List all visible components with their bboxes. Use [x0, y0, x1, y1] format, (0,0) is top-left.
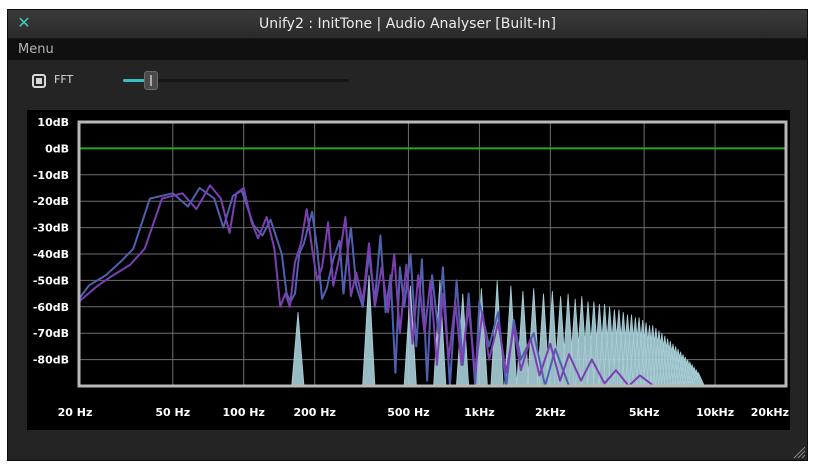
- y-tick-label: -70dB: [33, 327, 69, 340]
- spectrum-analyser: 10dB 0dB -10dB -20dB -30dB -40dB -50dB -60dB -70…: [27, 110, 790, 430]
- fft-label: FFT: [54, 73, 74, 86]
- title-bar[interactable]: ✕ Unify2 : InitTone | Audio Analyser [Bu…: [8, 10, 807, 39]
- x-tick-label: 1kHz: [464, 406, 495, 419]
- toolbar: FFT: [8, 60, 807, 104]
- check-mark-icon: [36, 78, 42, 84]
- y-tick-label: 0dB: [45, 142, 69, 155]
- slider-thumb[interactable]: [144, 71, 159, 90]
- fft-slider[interactable]: [123, 71, 349, 90]
- menu-item-menu[interactable]: Menu: [18, 39, 54, 60]
- y-tick-label: -60dB: [33, 301, 69, 314]
- y-tick-label: -20dB: [33, 195, 69, 208]
- x-tick-label: 20 Hz: [58, 406, 93, 419]
- y-tick-label: -10dB: [33, 169, 69, 182]
- analyser-window: ✕ Unify2 : InitTone | Audio Analyser [Bu…: [7, 9, 808, 461]
- y-tick-label: -30dB: [33, 222, 69, 235]
- x-tick-label: 50 Hz: [155, 406, 190, 419]
- window-title: Unify2 : InitTone | Audio Analyser [Buil…: [258, 16, 556, 32]
- y-tick-label: -80dB: [33, 354, 69, 367]
- spectrum-fill-light: [79, 275, 786, 386]
- resize-grip-icon[interactable]: [790, 443, 806, 459]
- x-tick-label: 500 Hz: [387, 406, 429, 419]
- x-tick-label: 200 Hz: [293, 406, 335, 419]
- x-tick-label: 5kHz: [629, 406, 660, 419]
- x-tick-label: 100 Hz: [223, 406, 265, 419]
- y-tick-label: -40dB: [33, 248, 69, 261]
- menu-bar: Menu: [8, 39, 807, 60]
- x-tick-label: 10kHz: [696, 406, 734, 419]
- fft-checkbox[interactable]: [32, 74, 46, 88]
- x-tick-label: 20kHz: [751, 406, 789, 419]
- x-tick-label: 2kHz: [535, 406, 566, 419]
- y-tick-label: 10dB: [37, 116, 69, 129]
- y-tick-label: -50dB: [33, 274, 69, 287]
- spectrum-chart: 10dB 0dB -10dB -20dB -30dB -40dB -50dB -60dB -70…: [33, 116, 789, 419]
